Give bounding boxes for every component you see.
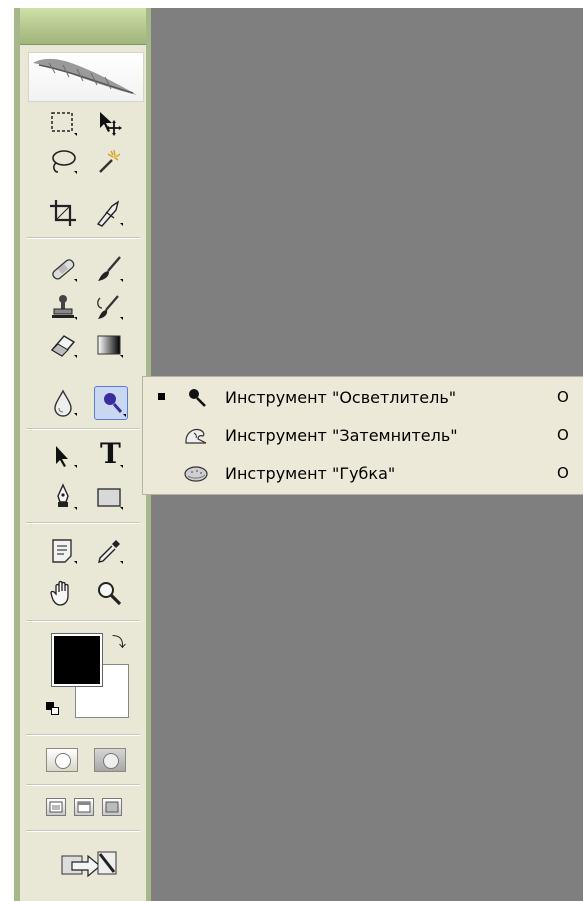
separator	[26, 784, 140, 786]
notes-icon	[52, 539, 77, 564]
jump-to-imageready-button[interactable]	[58, 846, 120, 880]
history-brush-tool[interactable]	[94, 292, 124, 322]
burn-icon	[185, 428, 207, 444]
standard-screen-mode-button[interactable]	[46, 798, 66, 816]
flyout-item-shortcut: O	[557, 388, 569, 406]
separator	[26, 620, 140, 622]
tools-palette: T ⤵	[14, 8, 151, 901]
move-icon	[100, 112, 122, 136]
slice-icon	[96, 200, 123, 227]
notes-tool[interactable]	[48, 536, 78, 566]
dodge-tool[interactable]	[94, 386, 128, 420]
quick-mask-icon	[103, 753, 119, 769]
separator	[26, 428, 140, 430]
flyout-item-shortcut: O	[557, 464, 569, 482]
separator	[26, 237, 140, 239]
brush-tool[interactable]	[94, 254, 124, 284]
palette-titlebar[interactable]	[20, 8, 146, 45]
eyedropper-tool[interactable]	[94, 536, 124, 566]
separator	[26, 522, 140, 524]
screen-mode-icon	[77, 801, 91, 813]
arrow-icon	[56, 446, 77, 468]
healing-brush-tool[interactable]	[48, 254, 78, 284]
history-brush-icon	[97, 295, 123, 320]
crop-tool[interactable]	[48, 198, 78, 228]
pen-icon	[57, 483, 77, 510]
eraser-icon	[50, 335, 77, 358]
move-tool[interactable]	[94, 108, 124, 138]
screen-mode-icon	[49, 801, 63, 813]
lasso-icon	[52, 150, 77, 174]
default-colors-icon[interactable]	[46, 702, 60, 716]
magic-wand-icon	[99, 149, 121, 173]
flyout-item-label: Инструмент "Затемнитель"	[225, 426, 458, 445]
gradient-icon	[97, 335, 123, 358]
hand-tool[interactable]	[48, 578, 78, 608]
path-selection-tool[interactable]	[48, 440, 78, 470]
selected-bullet-icon	[158, 393, 165, 400]
separator	[26, 830, 140, 832]
flyout-item-sponge[interactable]: Инструмент "Губка" O	[143, 457, 583, 489]
magic-wand-tool[interactable]	[94, 146, 124, 176]
blur-tool[interactable]	[48, 388, 78, 418]
separator	[26, 734, 140, 736]
standard-mode-button[interactable]	[46, 748, 78, 772]
brush-icon	[98, 256, 123, 282]
foreground-color-swatch[interactable]	[51, 633, 103, 687]
submenu-indicator	[120, 465, 123, 468]
lasso-tool[interactable]	[48, 146, 78, 176]
flyout-item-label: Инструмент "Осветлитель"	[225, 388, 457, 407]
clone-stamp-tool[interactable]	[48, 292, 78, 322]
rectangular-marquee-tool[interactable]	[48, 108, 78, 138]
pen-tool[interactable]	[48, 482, 78, 512]
zoom-tool[interactable]	[94, 578, 124, 608]
flyout-item-shortcut: O	[557, 426, 569, 444]
full-screen-mode-button[interactable]	[102, 798, 122, 816]
dodge-icon	[189, 389, 206, 407]
hand-icon	[50, 580, 69, 606]
dodge-tool-flyout-menu: Инструмент "Осветлитель" O Инструмент "З…	[142, 376, 583, 495]
eyedropper-icon	[98, 540, 123, 564]
zoom-icon	[98, 582, 122, 606]
crop-icon	[50, 200, 76, 226]
imageready-icon	[61, 851, 117, 878]
gradient-tool[interactable]	[94, 330, 124, 360]
stamp-icon	[52, 295, 77, 320]
shape-tool[interactable]	[94, 482, 124, 512]
rectangle-icon	[97, 488, 123, 510]
sponge-icon	[184, 466, 208, 482]
standard-mode-icon	[55, 753, 71, 769]
type-tool[interactable]: T	[94, 437, 124, 470]
flyout-item-dodge[interactable]: Инструмент "Осветлитель" O	[143, 381, 583, 413]
drop-icon	[54, 389, 77, 417]
slice-tool[interactable]	[94, 198, 124, 228]
quick-mask-mode-button[interactable]	[94, 748, 126, 772]
full-screen-menu-mode-button[interactable]	[74, 798, 94, 816]
flyout-item-label: Инструмент "Губка"	[225, 464, 396, 483]
flyout-item-burn[interactable]: Инструмент "Затемнитель" O	[143, 419, 583, 451]
feather-logo	[28, 52, 144, 102]
eraser-tool[interactable]	[48, 330, 78, 360]
dodge-icon	[104, 393, 126, 417]
bandage-icon	[52, 259, 77, 282]
marquee-icon	[51, 112, 77, 136]
swap-colors-icon[interactable]: ⤵	[112, 636, 126, 650]
screen-mode-icon	[105, 801, 119, 813]
